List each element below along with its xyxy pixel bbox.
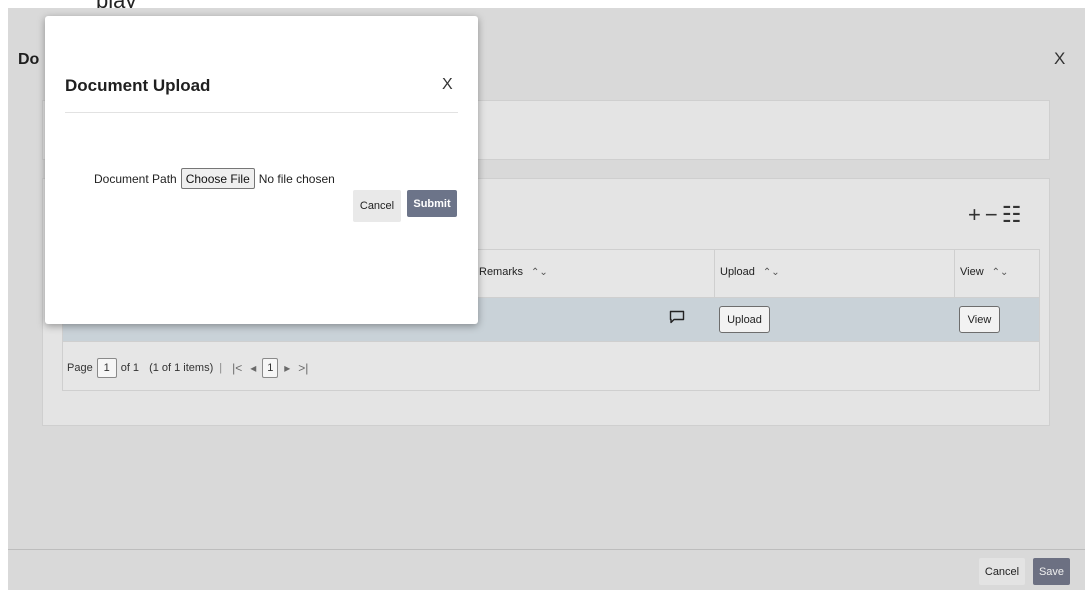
footer-cancel-button[interactable]: Cancel (979, 558, 1025, 585)
background-window-title: Do (18, 51, 40, 68)
grid-pager: Page 1 of 1 (1 of 1 items) | |< ◂ 1 ▸ >| (63, 342, 1039, 390)
column-header-view[interactable]: View ⌃⌄ (960, 266, 1008, 278)
pager-separator: | (219, 362, 223, 374)
footer-save-button[interactable]: Save (1033, 558, 1070, 585)
comment-icon[interactable] (669, 310, 685, 324)
pager-items-label: (1 of 1 items) (149, 362, 214, 374)
column-settings-icon[interactable]: ☷ (1002, 202, 1022, 228)
page-number-input[interactable]: 1 (96, 358, 117, 378)
modal-cancel-button[interactable]: Cancel (353, 190, 401, 222)
pager: Page 1 of 1 (1 of 1 items) | |< ◂ 1 ▸ >| (67, 358, 312, 378)
grid-toolbar: + − ☷ (968, 202, 1021, 228)
sort-icon: ⌃⌄ (762, 267, 780, 278)
column-header-remarks[interactable]: Remarks ⌃⌄ (479, 266, 548, 278)
add-row-icon[interactable]: + (968, 202, 981, 228)
choose-file-button[interactable]: Choose File (180, 168, 255, 189)
top-strip: play (0, 0, 1085, 13)
modal-header-divider (65, 112, 458, 113)
sort-icon: ⌃⌄ (991, 267, 1009, 278)
pager-of-label: of 1 (120, 362, 140, 374)
pager-page-label: Page (67, 362, 93, 374)
current-page-button[interactable]: 1 (262, 358, 279, 378)
column-label-upload: Upload (720, 266, 755, 278)
column-header-upload[interactable]: Upload ⌃⌄ (720, 266, 780, 278)
sort-icon: ⌃⌄ (531, 267, 548, 278)
footer-divider (8, 549, 1085, 550)
row-view-button[interactable]: View (959, 306, 1000, 333)
file-status-text: No file chosen (258, 171, 335, 186)
column-label-remarks: Remarks (479, 266, 524, 278)
remove-row-icon[interactable]: − (985, 202, 998, 228)
previous-page-icon[interactable]: ◂ (250, 361, 256, 375)
modal-close-button[interactable]: X (442, 76, 453, 94)
modal-submit-button[interactable]: Submit (407, 190, 457, 217)
row-upload-button[interactable]: Upload (719, 306, 770, 333)
last-page-icon[interactable]: >| (298, 361, 308, 375)
column-label-view: View (960, 266, 984, 278)
next-page-icon[interactable]: ▸ (284, 361, 290, 375)
document-upload-modal: Document Upload X Document Path Choose F… (45, 16, 478, 324)
background-close-button[interactable]: X (1054, 49, 1065, 69)
first-page-icon[interactable]: |< (232, 361, 242, 375)
document-path-row: Document Path Choose File No file chosen (94, 168, 335, 189)
document-path-label: Document Path (94, 171, 177, 186)
modal-title: Document Upload (65, 76, 211, 95)
